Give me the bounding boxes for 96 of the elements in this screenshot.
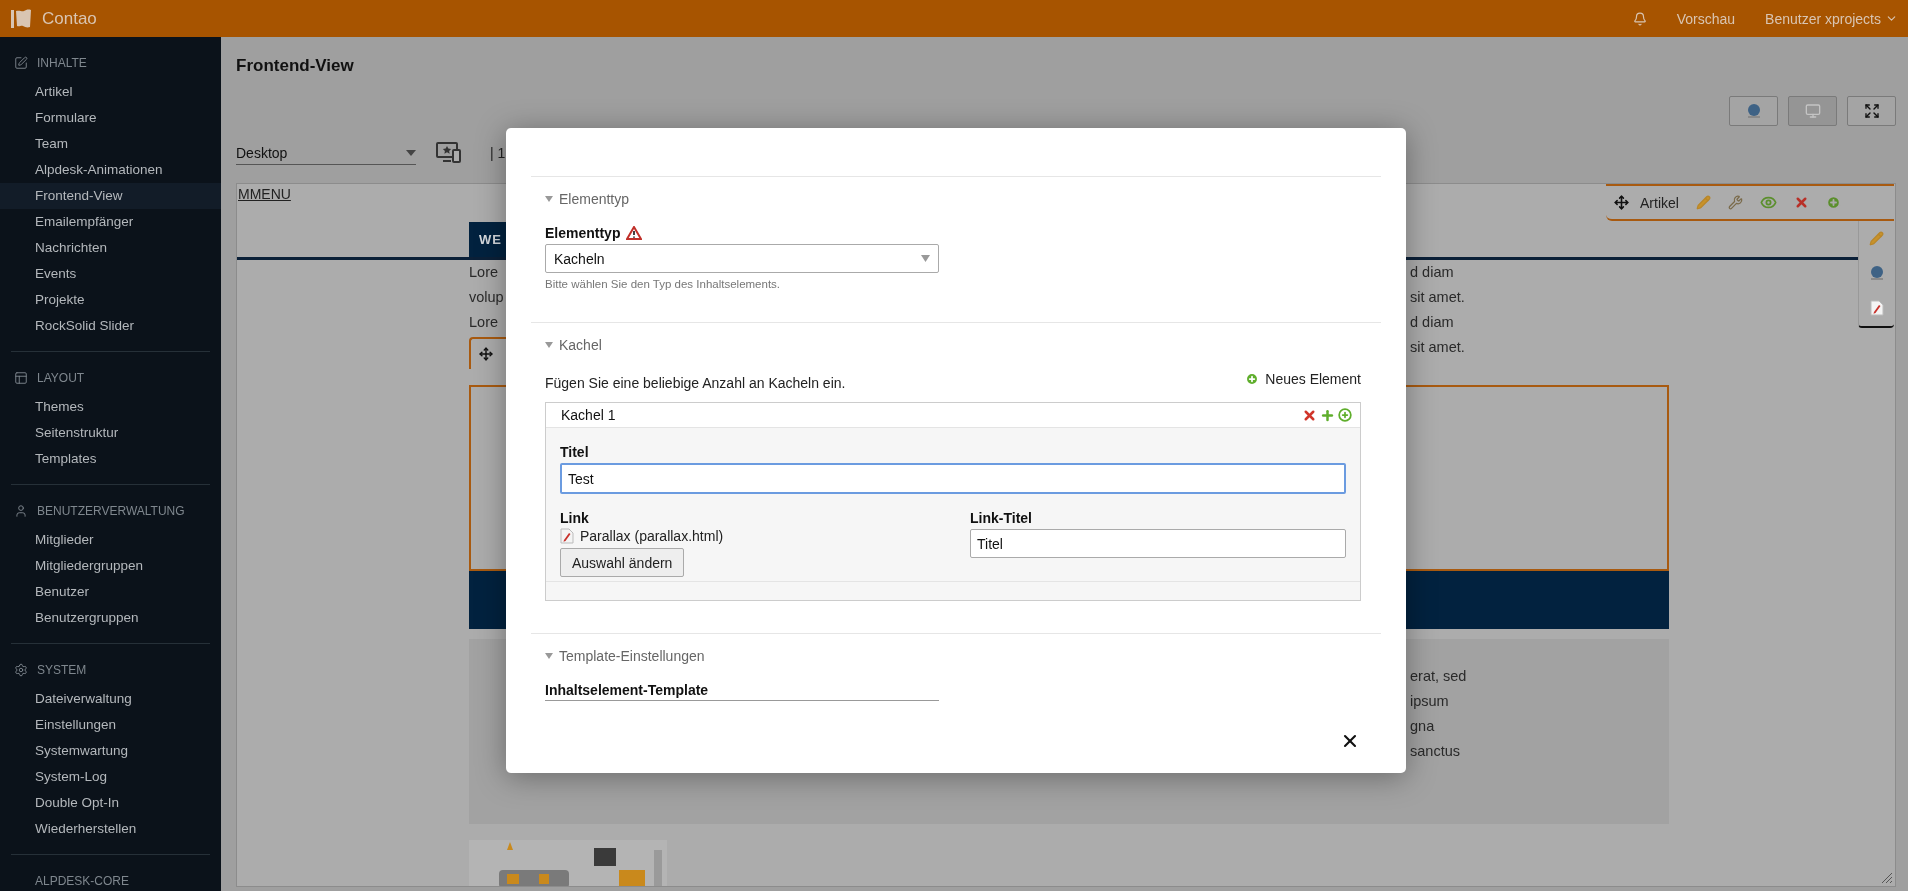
sidebar-item[interactable]: Themes: [0, 394, 221, 420]
move-icon[interactable]: [479, 347, 493, 361]
field-label: Link-Titel: [970, 510, 1032, 526]
sidebar-item[interactable]: System-Log: [0, 764, 221, 790]
sidebar-item[interactable]: Mitgliedergruppen: [0, 553, 221, 579]
add-icon[interactable]: [1825, 195, 1841, 210]
fullscreen-icon: [1863, 103, 1880, 119]
body-text: d diam: [1410, 313, 1455, 332]
insert-icon[interactable]: [1338, 407, 1352, 422]
link-title-input[interactable]: Titel: [970, 529, 1346, 558]
add-circle-icon: [1245, 372, 1260, 386]
nav-group-title[interactable]: LAYOUT: [37, 371, 85, 385]
page-icon: [560, 528, 574, 544]
sidebar-item[interactable]: Artikel: [0, 79, 221, 105]
article-label: Artikel: [1640, 194, 1679, 211]
new-element-label: Neues Element: [1265, 371, 1361, 387]
brand-name: Contao: [42, 8, 97, 29]
eye-icon[interactable]: [1759, 194, 1777, 211]
device-preview-icon[interactable]: [436, 142, 462, 164]
body-text: ipsum: [1410, 692, 1450, 711]
sidebar-item[interactable]: Events: [0, 261, 221, 287]
sidebar-item[interactable]: Alpdesk-Animationen: [0, 157, 221, 183]
sidebar-item[interactable]: Wiederherstellen: [0, 816, 221, 842]
settings-icon: [14, 663, 28, 677]
sidebar-item[interactable]: Team: [0, 131, 221, 157]
nav-group-title[interactable]: SYSTEM: [37, 663, 87, 677]
add-icon[interactable]: [1320, 407, 1335, 423]
body-text: volup: [469, 288, 505, 307]
nav-group-title[interactable]: ALPDESK-CORE: [35, 874, 130, 888]
new-element-link[interactable]: Neues Element: [1245, 371, 1361, 387]
field-label: Link: [560, 510, 589, 526]
sidebar-item[interactable]: Templates: [0, 446, 221, 472]
sidebar-item[interactable]: Projekte: [0, 287, 221, 313]
body-text: sit amet.: [1410, 338, 1466, 357]
section-legend[interactable]: Elementtyp: [559, 191, 630, 207]
body-text: sit amet.: [1410, 288, 1466, 307]
member-icon: [1868, 265, 1885, 281]
sidebar-item[interactable]: Mitglieder: [0, 527, 221, 553]
section-legend[interactable]: Kachel: [559, 337, 602, 353]
pencil-icon[interactable]: [1695, 195, 1711, 210]
sidebar-item[interactable]: Double Opt-In: [0, 790, 221, 816]
sidebar-item[interactable]: Benutzergruppen: [0, 605, 221, 631]
linked-page: Parallax (parallax.html): [580, 528, 724, 544]
caret-icon: [406, 149, 416, 156]
tiles-intro: Fügen Sie eine beliebige Anzahl an Kacheln ein.: [545, 375, 846, 391]
view-button[interactable]: [1729, 96, 1778, 126]
expanded-caret-icon[interactable]: [545, 195, 553, 203]
sidebar-item[interactable]: Frontend-View: [0, 183, 221, 209]
expanded-caret-icon[interactable]: [545, 652, 553, 660]
expanded-caret-icon[interactable]: [545, 341, 553, 349]
template-field-label[interactable]: Inhaltselement-Template: [545, 682, 939, 701]
sidebar-item[interactable]: Benutzer: [0, 579, 221, 605]
sidebar-item[interactable]: Seitenstruktur: [0, 420, 221, 446]
title-input[interactable]: Test: [560, 463, 1346, 494]
pencil-icon[interactable]: [1869, 230, 1884, 246]
body-text: Lore: [469, 313, 500, 332]
view-button[interactable]: [1847, 96, 1896, 126]
change-selection-button[interactable]: Auswahl ändern: [560, 548, 685, 577]
element-type-select[interactable]: Kacheln: [545, 244, 939, 273]
caret-icon: [921, 255, 930, 262]
monitor-icon: [1804, 103, 1821, 119]
field-hint: Bitte wählen Sie den Typ des Inhaltselements.: [545, 278, 782, 290]
device-select[interactable]: Desktop: [236, 141, 416, 165]
field-label: Titel: [560, 444, 589, 460]
delete-icon[interactable]: [1302, 407, 1317, 423]
resize-grip-icon[interactable]: [1881, 872, 1893, 884]
tools-icon[interactable]: [1727, 195, 1743, 210]
layout-icon: [14, 371, 28, 385]
sidebar-item[interactable]: Nachrichten: [0, 235, 221, 261]
menu-link[interactable]: MMENU: [238, 186, 291, 202]
field-label: Elementtyp: [545, 225, 621, 241]
tile-title: Kachel 1: [561, 407, 616, 423]
sidebar-item[interactable]: Emailempfänger: [0, 209, 221, 235]
contao-logo-icon: [10, 7, 34, 30]
nav-group-title[interactable]: INHALTE: [37, 56, 87, 70]
page-edit-icon: [1869, 300, 1884, 317]
warning-icon: [626, 226, 643, 240]
body-text: d diam: [1410, 263, 1455, 282]
body-text: Lore: [469, 263, 500, 282]
body-text: erat, sed: [1410, 667, 1468, 686]
user-icon: [14, 504, 28, 518]
edit-icon: [14, 56, 28, 70]
body-text: gna: [1410, 717, 1436, 736]
width-readout: | 1: [490, 145, 506, 161]
page-title: Frontend-View: [236, 56, 355, 76]
sidebar-item[interactable]: Systemwartung: [0, 738, 221, 764]
sidebar-item[interactable]: Formulare: [0, 105, 221, 131]
sidebar-item[interactable]: RockSolid Slider: [0, 313, 221, 339]
move-icon[interactable]: [1614, 195, 1629, 210]
sidebar-item[interactable]: Einstellungen: [0, 712, 221, 738]
notification-icon[interactable]: [1632, 11, 1647, 26]
nav-group-title[interactable]: BENUTZERVERWALTUNG: [37, 504, 185, 518]
member-icon: [1745, 103, 1762, 119]
sidebar-item[interactable]: Dateiverwaltung: [0, 686, 221, 712]
body-text: sanctus: [1410, 742, 1461, 761]
section-legend[interactable]: Template-Einstellungen: [559, 648, 705, 664]
